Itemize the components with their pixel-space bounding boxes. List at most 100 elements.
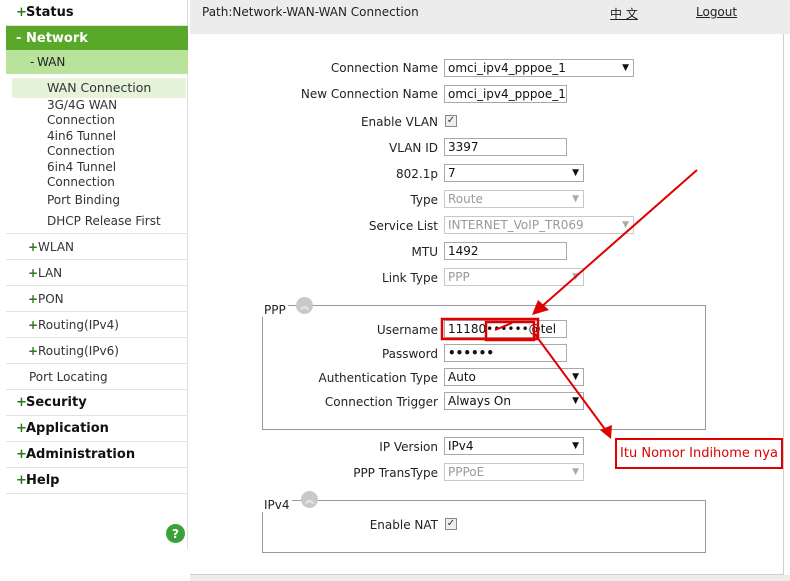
type-label: Type [410,193,438,207]
sidebar-item-lan[interactable]: + LAN [6,260,188,286]
enable-vlan-label: Enable VLAN [360,115,438,129]
service-list-label: Service List [368,219,438,233]
enable-nat-checkbox[interactable]: ✓ [445,518,457,530]
ip-version-select[interactable]: IPv4 ▼ [444,437,584,455]
dropdown-arrow-icon: ▼ [622,63,629,73]
dropdown-arrow-icon: ▼ [572,272,579,282]
sidebar-item-application[interactable]: + Application [6,416,188,442]
select-value: omci_ipv4_pppoe_1 [448,61,566,75]
service-list-select[interactable]: INTERNET_VoIP_TR069 ▼ [444,216,634,234]
sidebar-item-4in6-tunnel[interactable]: 4in6 Tunnel Connection [6,129,188,159]
logout-link[interactable]: Logout [696,5,737,19]
ipv4-group-title: IPv4 [262,498,292,512]
sidebar-item-pon[interactable]: + PON [6,286,188,312]
sidebar-item-wlan[interactable]: + WLAN [6,234,188,260]
sidebar-item-6in4-tunnel[interactable]: 6in4 Tunnel Connection [6,160,188,190]
enable-nat-label: Enable NAT [369,518,438,532]
language-link[interactable]: 中 文 [610,5,638,22]
dropdown-arrow-icon: ▼ [572,168,579,178]
help-icon[interactable]: ? [166,524,185,543]
sidebar-item-wan[interactable]: - WAN [6,50,188,74]
select-value: PPPoE [448,465,485,479]
sidebar-item-wan-connection[interactable]: WAN Connection [12,78,186,98]
sidebar-item-label: WAN [37,55,66,69]
annotation-callout: Itu Nomor Indihome nya [615,438,783,469]
sidebar-item-administration[interactable]: + Administration [6,442,188,468]
sidebar-item-label: Security [26,395,87,410]
sidebar-item-dhcp-release-first[interactable]: DHCP Release First [6,214,188,229]
sidebar-item-label: Routing(IPv6) [38,343,119,358]
header-bar: Path:Network-WAN-WAN Connection 中 文 Logo… [190,0,790,34]
mtu-label: MTU [411,245,438,259]
expand-icon: + [16,473,27,488]
expand-icon: + [16,5,27,20]
username-input[interactable]: 11180••••••@tel [444,320,567,338]
connection-name-label: Connection Name [330,61,438,75]
sidebar-item-label: Administration [26,447,136,462]
sidebar-item-routing-ipv4[interactable]: + Routing(IPv4) [6,312,188,338]
username-label: Username [376,323,438,337]
ppp-transtype-label: PPP TransType [353,466,438,480]
dropdown-arrow-icon: ▼ [572,396,579,406]
sidebar-item-network[interactable]: - Network [6,26,188,50]
collapse-icon: - [30,55,35,69]
page-footer-bar [190,575,790,581]
8021p-select[interactable]: 7 ▼ [444,164,584,182]
sidebar-item-label: LAN [38,265,63,280]
auth-type-select[interactable]: Auto ▼ [444,368,584,386]
sidebar-item-label: Port Locating [29,369,108,384]
sidebar-item-label: Help [26,473,60,488]
new-connection-name-input[interactable]: omci_ipv4_pppoe_1 [444,85,567,103]
breadcrumb: Path:Network-WAN-WAN Connection [202,5,419,19]
sidebar-item-port-binding[interactable]: Port Binding [6,193,188,208]
dropdown-arrow-icon: ▼ [572,441,579,451]
vlan-id-input[interactable]: 3397 [444,138,567,156]
expand-icon: + [16,421,27,436]
dropdown-arrow-icon: ▼ [572,467,579,477]
expand-icon: + [28,291,39,306]
enable-vlan-checkbox[interactable]: ✓ [445,115,457,127]
sidebar-item-label: PON [38,291,64,306]
connection-trigger-select[interactable]: Always On ▼ [444,392,584,410]
link-type-label: Link Type [382,271,438,285]
select-value: IPv4 [448,439,474,453]
sidebar-item-label: Routing(IPv4) [38,317,119,332]
sidebar-item-port-locating[interactable]: Port Locating [6,364,188,390]
expand-icon: + [28,317,39,332]
sidebar-item-3g4g-wan[interactable]: 3G/4G WAN Connection [6,98,188,128]
connection-trigger-label: Connection Trigger [324,395,438,409]
expand-icon: + [28,239,39,254]
select-value: Auto [448,370,476,384]
password-input[interactable]: •••••• [444,344,567,362]
sidebar-item-security[interactable]: + Security [6,390,188,416]
password-label: Password [381,347,438,361]
sidebar: + Status - Network - WAN WAN Connection 3G/… [6,0,188,549]
dropdown-arrow-icon: ▼ [622,220,629,230]
auth-type-label: Authentication Type [318,371,438,385]
sidebar-item-routing-ipv6[interactable]: + Routing(IPv6) [6,338,188,364]
collapse-up-icon[interactable]: ︽ [301,491,318,508]
sidebar-item-label: Status [26,5,74,20]
expand-icon: + [28,265,39,280]
link-type-select[interactable]: PPP ▼ [444,268,584,286]
expand-icon: + [16,395,27,410]
collapse-icon: - [16,30,22,46]
expand-icon: + [16,447,27,462]
select-value: PPP [448,270,470,284]
ppp-transtype-select[interactable]: PPPoE ▼ [444,463,584,481]
ip-version-label: IP Version [379,440,438,454]
sidebar-item-label: Network [26,30,88,46]
vlan-id-label: VLAN ID [389,141,438,155]
collapse-up-icon[interactable]: ︽ [296,297,313,314]
dropdown-arrow-icon: ▼ [572,194,579,204]
type-select[interactable]: Route ▼ [444,190,584,208]
connection-name-select[interactable]: omci_ipv4_pppoe_1 ▼ [444,59,634,77]
sidebar-item-status[interactable]: + Status [6,0,188,26]
sidebar-item-help[interactable]: + Help [6,468,188,494]
select-value: 7 [448,166,456,180]
ppp-group-title: PPP [262,303,288,317]
mtu-input[interactable]: 1492 [444,242,567,260]
dropdown-arrow-icon: ▼ [572,372,579,382]
select-value: Route [448,192,483,206]
new-connection-name-label: New Connection Name [300,87,438,101]
